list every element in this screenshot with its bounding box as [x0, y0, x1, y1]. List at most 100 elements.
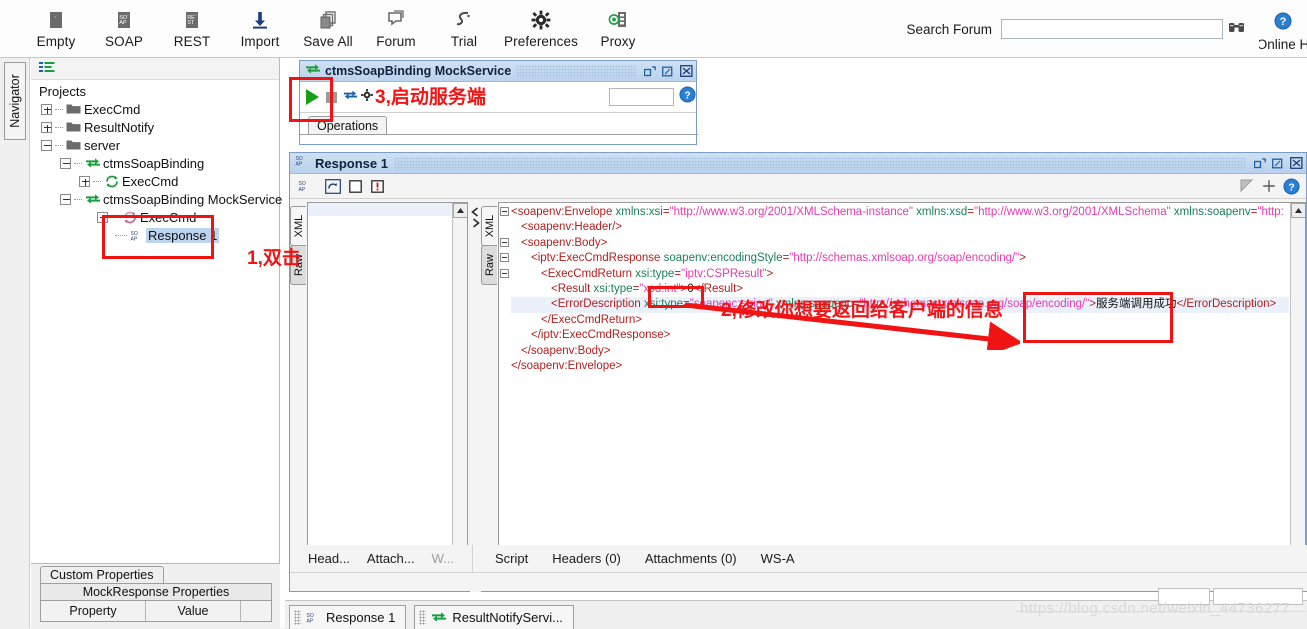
close-icon[interactable]: [678, 64, 694, 79]
expand-toggle-icon[interactable]: [41, 122, 52, 133]
proxy-button[interactable]: Proxy: [584, 0, 652, 49]
xml-line[interactable]: </iptv:ExecCmdResponse>: [511, 328, 1289, 343]
stop-icon[interactable]: [326, 92, 337, 103]
new-empty-project-button[interactable]: Empty: [22, 0, 90, 49]
maximize-icon[interactable]: [660, 64, 676, 79]
tab-script[interactable]: Script: [495, 551, 528, 566]
left-editor-panel: XML Raw: [290, 200, 470, 592]
maximize-icon[interactable]: [1270, 156, 1286, 171]
dock-tab-resultnotifyservice[interactable]: ResultNotifyServi...: [414, 605, 574, 629]
tree-node-execcmd-project[interactable]: ExecCmd: [37, 100, 279, 118]
response-title-text: Response 1: [315, 156, 388, 171]
xml-fold-gutter[interactable]: [499, 203, 511, 573]
preferences-button[interactable]: Preferences: [498, 0, 584, 49]
new-soap-project-button[interactable]: SOAP SOAP: [90, 0, 158, 49]
tab-operations[interactable]: Operations: [308, 116, 387, 135]
tree-root-projects[interactable]: Projects: [37, 82, 279, 100]
tab-wsa-left[interactable]: W...: [432, 551, 454, 566]
collapse-toggle-icon[interactable]: [60, 194, 71, 205]
xml-line[interactable]: <soapenv:Header/>: [511, 220, 1289, 235]
xml-line[interactable]: </soapenv:Body>: [511, 344, 1289, 359]
tree-connector: [115, 235, 127, 236]
toolbar-label: REST: [174, 34, 210, 49]
tab-attachments[interactable]: Attachments (0): [645, 551, 737, 566]
mockservice-options-icon[interactable]: [343, 88, 358, 106]
tree-node-server-project[interactable]: server: [37, 136, 279, 154]
close-icon[interactable]: [1288, 156, 1304, 171]
tab-xml-left[interactable]: XML: [290, 206, 306, 246]
mockservice-endpoint-field[interactable]: [609, 88, 674, 106]
scroll-up-arrow[interactable]: [1291, 203, 1306, 218]
validate-icon[interactable]: [1236, 177, 1258, 196]
tab-headers-left[interactable]: Head...: [308, 551, 350, 566]
tree-node-execcmd-mockoperation[interactable]: ExecCmd: [37, 208, 279, 226]
tab-attachments-left[interactable]: Attach...: [367, 551, 415, 566]
xml-vscrollbar[interactable]: [1290, 203, 1305, 573]
tab-custom-properties[interactable]: Custom Properties: [40, 566, 164, 583]
collapse-toggle-icon[interactable]: [41, 140, 52, 151]
trial-button[interactable]: Trial: [430, 0, 498, 49]
xml-line[interactable]: <soapenv:Envelope xmlns:xsi="http://www.…: [511, 205, 1289, 220]
tree-node-ctmssoapbinding-mockservice[interactable]: ctmsSoapBinding MockService: [37, 190, 279, 208]
mockservice-titlebar[interactable]: ctmsSoapBinding MockService: [300, 61, 696, 82]
left-editor-vscrollbar[interactable]: [452, 203, 467, 574]
xml-line[interactable]: <ExecCmdReturn xsi:type="iptv:CSPResult"…: [511, 267, 1289, 282]
gear-icon[interactable]: [360, 88, 374, 107]
collapse-all-icon[interactable]: [39, 60, 56, 78]
expand-toggle-icon[interactable]: [41, 104, 52, 115]
recreate-schema-icon[interactable]: [322, 177, 344, 196]
tab-xml-right[interactable]: XML: [481, 206, 497, 246]
tree-node-execcmd-operation[interactable]: ExecCmd: [37, 172, 279, 190]
mockservice-icon: [84, 193, 101, 205]
collapse-toggle-icon[interactable]: [60, 158, 71, 169]
scroll-up-arrow[interactable]: [453, 203, 467, 218]
xml-editor[interactable]: <soapenv:Envelope xmlns:xsi="http://www.…: [498, 202, 1306, 590]
fault-icon[interactable]: [366, 177, 388, 196]
new-rest-project-button[interactable]: REST REST: [158, 0, 226, 49]
dock-tab-response-1[interactable]: SO AP Response 1: [289, 605, 406, 629]
response-titlebar[interactable]: SO AP Response 1: [290, 153, 1306, 174]
tab-wsa[interactable]: WS-A: [761, 551, 795, 566]
xml-line[interactable]: <soapenv:Body>: [511, 236, 1289, 251]
xml-line[interactable]: <iptv:ExecCmdResponse soapenv:encodingSt…: [511, 251, 1289, 266]
collapse-toggle-icon[interactable]: [97, 212, 108, 223]
xml-line[interactable]: <ErrorDescription xsi:type="soapenc:stri…: [511, 297, 1289, 312]
tab-raw-left[interactable]: Raw: [290, 245, 306, 285]
xml-source-code[interactable]: <soapenv:Envelope xmlns:xsi="http://www.…: [511, 205, 1289, 573]
help-question-icon[interactable]: ?: [679, 86, 696, 108]
run-play-icon[interactable]: [306, 89, 319, 105]
add-icon[interactable]: [1258, 177, 1280, 196]
blank-icon[interactable]: [344, 177, 366, 196]
left-editor-content[interactable]: [308, 203, 467, 574]
tree-node-ctmssoapbinding-interface[interactable]: ctmsSoapBinding: [37, 154, 279, 172]
import-project-button[interactable]: Import: [226, 0, 294, 49]
drag-grip-icon[interactable]: [419, 610, 426, 625]
fold-toggle-icon[interactable]: [500, 207, 509, 216]
navigator-vertical-tab[interactable]: Navigator: [4, 62, 26, 140]
xml-line[interactable]: </ExecCmdReturn>: [511, 313, 1289, 328]
fold-toggle-icon[interactable]: [500, 238, 509, 247]
binoculars-icon[interactable]: [1228, 19, 1245, 40]
tab-headers[interactable]: Headers (0): [552, 551, 621, 566]
restore-icon[interactable]: [1252, 156, 1268, 171]
drag-grip-icon[interactable]: [294, 610, 301, 625]
left-editor-box[interactable]: [307, 202, 468, 590]
fold-toggle-icon[interactable]: [500, 253, 509, 262]
soap-icon[interactable]: SO AP: [294, 177, 316, 196]
forum-button[interactable]: Forum: [362, 0, 430, 49]
tab-raw-right[interactable]: Raw: [481, 245, 497, 285]
online-help-button[interactable]: ? Online H: [1259, 6, 1307, 52]
editor-splitter[interactable]: [470, 200, 481, 592]
mockservice-title-text: ctmsSoapBinding MockService: [325, 64, 511, 78]
help-question-icon[interactable]: ?: [1280, 177, 1302, 196]
restore-icon[interactable]: [642, 64, 658, 79]
dock-tab-label: Response 1: [326, 610, 395, 625]
save-all-button[interactable]: Save All: [294, 0, 362, 49]
tree-node-resultnotify-project[interactable]: ResultNotify: [37, 118, 279, 136]
xml-line[interactable]: <Result xsi:type="xsd:int">0</Result>: [511, 282, 1289, 297]
fold-toggle-icon[interactable]: [500, 269, 509, 278]
xml-line[interactable]: </soapenv:Envelope>: [511, 359, 1289, 374]
tree-node-response-1[interactable]: SO AP Response 1: [37, 226, 279, 244]
search-input[interactable]: [1001, 19, 1223, 39]
expand-toggle-icon[interactable]: [79, 176, 90, 187]
